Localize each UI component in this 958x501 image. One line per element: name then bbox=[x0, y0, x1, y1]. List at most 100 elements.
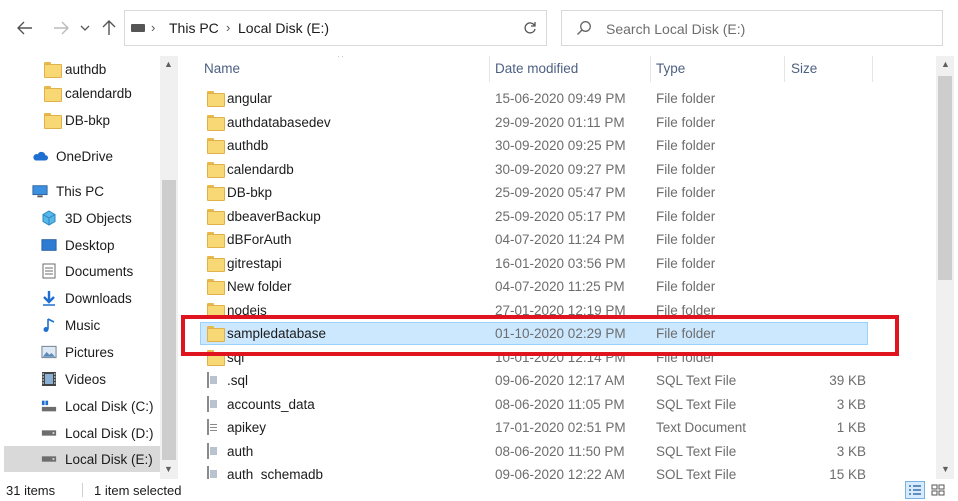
file-row-selected[interactable]: sampledatabase 01-10-2020 02:29 PM File fo… bbox=[180, 322, 936, 346]
breadcrumb-separator: › bbox=[151, 20, 156, 35]
nav-item-label: Pictures bbox=[65, 344, 114, 360]
file-type: File folder bbox=[656, 161, 716, 177]
folder-icon bbox=[207, 138, 223, 153]
file-type: SQL Text File bbox=[656, 467, 737, 479]
file-type: File folder bbox=[656, 255, 716, 271]
file-date-modified: 09-06-2020 12:22 AM bbox=[495, 467, 625, 479]
nav-item-calendardb[interactable]: calendardb bbox=[0, 80, 160, 106]
file-row[interactable]: sql 10-01-2020 12:14 PM File folder bbox=[180, 346, 936, 370]
nav-item-onedrive[interactable]: OneDrive bbox=[0, 143, 160, 169]
file-date-modified: 16-01-2020 03:56 PM bbox=[495, 255, 626, 271]
column-divider[interactable] bbox=[489, 56, 490, 82]
drive-icon bbox=[41, 399, 57, 413]
folder-icon bbox=[44, 113, 62, 129]
details-view-button[interactable] bbox=[905, 481, 925, 499]
drive-icon bbox=[131, 24, 145, 32]
music-icon bbox=[41, 318, 57, 332]
up-button[interactable] bbox=[98, 16, 120, 40]
folder-icon bbox=[207, 232, 223, 247]
nav-item-local-disk-c[interactable]: Local Disk (C:) bbox=[0, 393, 160, 419]
breadcrumb-local-disk-e[interactable]: Local Disk (E:) bbox=[238, 20, 329, 36]
file-name: authdb bbox=[227, 138, 269, 153]
nav-item-pictures[interactable]: Pictures bbox=[0, 339, 160, 365]
file-row[interactable]: nodejs 27-01-2020 12:19 PM File folder bbox=[180, 299, 936, 323]
drive-icon bbox=[41, 426, 57, 440]
file-type: File folder bbox=[656, 208, 716, 224]
file-row[interactable]: dBForAuth 04-07-2020 11:24 PM File folder bbox=[180, 228, 936, 252]
file-list-scrollbar-thumb[interactable] bbox=[938, 76, 952, 280]
column-size[interactable]: Size bbox=[791, 61, 817, 76]
file-name: apikey bbox=[227, 420, 267, 435]
scroll-up-icon[interactable]: ▲ bbox=[941, 59, 950, 69]
file-name: auth bbox=[227, 443, 254, 459]
folder-icon bbox=[207, 303, 223, 318]
file-date-modified: 30-09-2020 09:27 PM bbox=[495, 161, 626, 177]
nav-item-downloads[interactable]: Downloads bbox=[0, 285, 160, 311]
nav-scrollbar-thumb[interactable] bbox=[162, 180, 176, 460]
nav-item-authdb[interactable]: authdb bbox=[0, 56, 160, 82]
file-name: DB-bkp bbox=[227, 185, 273, 200]
navigation-pane: authdb calendardb DB-bkp OneDrive This P… bbox=[0, 56, 180, 479]
nav-scrollbar[interactable]: ▲ ▼ bbox=[160, 56, 178, 479]
file-name: dBForAuth bbox=[227, 232, 292, 247]
folder-icon bbox=[207, 279, 223, 294]
column-type[interactable]: Type bbox=[656, 61, 685, 76]
search-box[interactable]: Search Local Disk (E:) bbox=[561, 10, 943, 46]
scroll-up-icon[interactable]: ▲ bbox=[164, 59, 173, 69]
file-row[interactable]: DB-bkp 25-09-2020 05:47 PM File folder bbox=[180, 181, 936, 205]
file-type: File folder bbox=[656, 185, 716, 200]
file-row[interactable]: accounts_data 08-06-2020 11:05 PM SQL Text… bbox=[180, 393, 936, 417]
scroll-down-icon[interactable]: ▼ bbox=[164, 464, 173, 474]
file-row[interactable]: dbeaverBackup 25-09-2020 05:17 PM File fol… bbox=[180, 205, 936, 229]
nav-item-label: calendardb bbox=[65, 85, 132, 101]
file-row[interactable]: gitrestapi 16-01-2020 03:56 PM File folder bbox=[180, 252, 936, 276]
file-type: File folder bbox=[656, 114, 716, 130]
nav-item-local-disk-e[interactable]: Local Disk (E:) bbox=[4, 446, 160, 472]
file-row[interactable]: angular 15-06-2020 09:49 PM File folder bbox=[180, 87, 936, 111]
nav-item-3d-objects[interactable]: 3D Objects bbox=[0, 205, 160, 231]
arrow-left-icon bbox=[17, 21, 32, 35]
file-row[interactable]: .sql 09-06-2020 12:17 AM SQL Text File 39 K… bbox=[180, 369, 936, 393]
refresh-button[interactable] bbox=[513, 10, 547, 46]
file-row[interactable]: New folder 04-07-2020 11:25 PM File folder bbox=[180, 275, 936, 299]
column-divider[interactable] bbox=[650, 56, 651, 82]
arrow-up-icon bbox=[102, 20, 116, 35]
column-divider[interactable] bbox=[784, 56, 785, 82]
file-row[interactable]: authdb 30-09-2020 09:25 PM File folder bbox=[180, 134, 936, 158]
search-input[interactable]: Search Local Disk (E:) bbox=[606, 21, 745, 37]
file-date-modified: 01-10-2020 02:29 PM bbox=[495, 326, 626, 341]
recent-locations-button[interactable] bbox=[78, 16, 92, 40]
column-date-modified[interactable]: Date modified bbox=[495, 61, 578, 76]
file-row[interactable]: apikey 17-01-2020 02:51 PM Text Document 1 … bbox=[180, 416, 936, 440]
file-row[interactable]: auth_schemadb 09-06-2020 12:22 AM SQL Text… bbox=[180, 463, 936, 479]
nav-item-desktop[interactable]: Desktop bbox=[0, 232, 160, 258]
column-divider[interactable] bbox=[872, 56, 873, 82]
back-button[interactable] bbox=[14, 16, 36, 40]
file-name: authdatabasedev bbox=[227, 114, 331, 130]
file-row[interactable]: calendardb 30-09-2020 09:27 PM File folder bbox=[180, 158, 936, 182]
breadcrumb-this-pc[interactable]: This PC bbox=[169, 20, 219, 36]
file-date-modified: 15-06-2020 09:49 PM bbox=[495, 91, 626, 106]
text-file-icon bbox=[207, 419, 223, 435]
file-name: gitrestapi bbox=[227, 255, 282, 271]
file-date-modified: 30-09-2020 09:25 PM bbox=[495, 138, 626, 153]
address-bar[interactable]: › This PC › Local Disk (E:) bbox=[124, 10, 605, 46]
file-list-scrollbar[interactable]: ▲ ▼ bbox=[936, 56, 954, 479]
nav-item-local-disk-d[interactable]: Local Disk (D:) bbox=[0, 420, 160, 446]
file-type: File folder bbox=[656, 138, 716, 153]
nav-item-videos[interactable]: Videos bbox=[0, 366, 160, 392]
file-date-modified: 27-01-2020 12:19 PM bbox=[495, 302, 626, 318]
nav-item-music[interactable]: Music bbox=[0, 312, 160, 338]
nav-item-db-bkp[interactable]: DB-bkp bbox=[0, 107, 160, 133]
sql-file-icon bbox=[207, 442, 223, 459]
forward-button[interactable] bbox=[50, 16, 72, 40]
column-name[interactable]: Name bbox=[204, 61, 240, 76]
file-row[interactable]: auth 08-06-2020 11:50 PM SQL Text File 3 KB bbox=[180, 440, 936, 464]
scroll-down-icon[interactable]: ▼ bbox=[941, 464, 950, 474]
folder-icon bbox=[207, 326, 223, 341]
nav-item-documents[interactable]: Documents bbox=[0, 258, 160, 284]
file-name: sql bbox=[227, 349, 245, 365]
large-icons-view-button[interactable] bbox=[928, 481, 948, 499]
nav-item-this-pc[interactable]: This PC bbox=[0, 178, 160, 204]
file-row[interactable]: authdatabasedev 29-09-2020 01:11 PM File f… bbox=[180, 111, 936, 135]
